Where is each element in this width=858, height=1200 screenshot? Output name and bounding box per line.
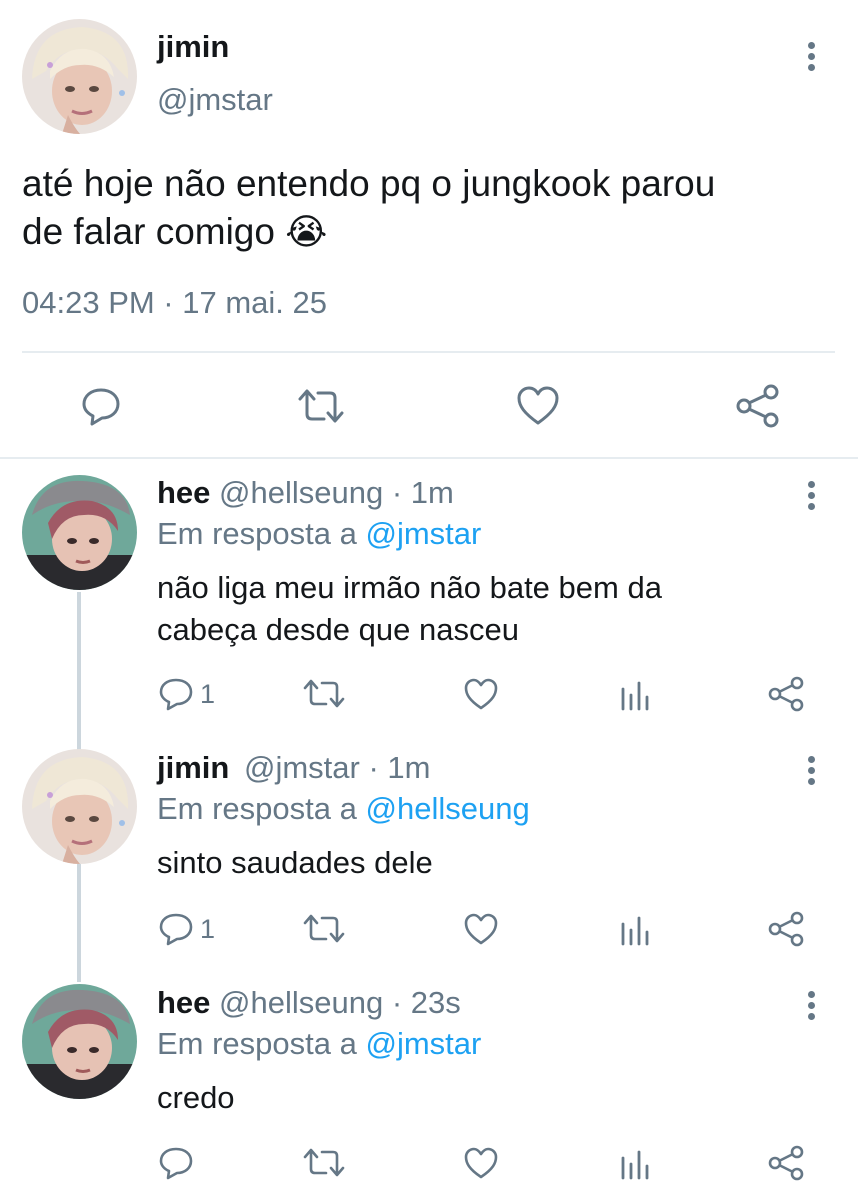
reply-text-line-1: não liga meu irmão não bate bem da (157, 570, 662, 605)
tweet-text: até hoje não entendo pq o jungkook parou… (22, 160, 852, 256)
tweet-text-line-2: de falar comigo 😭 (22, 211, 328, 252)
reply-author-handle[interactable]: @jmstar (244, 750, 360, 785)
reply-header: jimin @jmstar · 1m (157, 750, 430, 786)
more-options-icon[interactable] (807, 481, 817, 514)
reply-author-handle[interactable]: @hellseung (219, 475, 383, 510)
reply-text-line-2: cabeça desde que nasceu (157, 612, 519, 647)
share-icon[interactable] (767, 910, 805, 948)
reply-context: Em resposta a @jmstar (157, 1026, 481, 1062)
retweet-icon[interactable] (296, 385, 346, 427)
author-name[interactable]: jimin (157, 29, 229, 65)
reply-icon[interactable] (158, 1146, 194, 1180)
reply-prefix: Em resposta a (157, 1026, 357, 1061)
reply-context: Em resposta a @jmstar (157, 516, 481, 552)
reply-author-handle[interactable]: @hellseung (219, 985, 383, 1020)
reply-time[interactable]: · 1m (368, 750, 430, 785)
reply-icon[interactable] (80, 385, 122, 427)
reply-header: hee @hellseung · 23s (157, 985, 461, 1021)
reply-count: 1 (200, 914, 216, 944)
reply-header: hee @hellseung · 1m (157, 475, 454, 511)
reply-prefix: Em resposta a (157, 516, 357, 551)
avatar-hee[interactable] (22, 984, 137, 1099)
tweet-timestamp[interactable]: 04:23 PM · 17 mai. 25 (22, 285, 327, 321)
reply-to-link[interactable]: @jmstar (366, 516, 482, 551)
reply-time[interactable]: · 23s (392, 985, 461, 1020)
like-icon[interactable] (516, 385, 560, 427)
avatar-jimin[interactable] (22, 19, 137, 134)
reply-to-link[interactable]: @hellseung (366, 791, 530, 826)
reply-text-line-1: sinto saudades dele (157, 845, 433, 880)
retweet-icon[interactable] (302, 912, 346, 946)
like-icon[interactable] (463, 1146, 499, 1180)
retweet-icon[interactable] (302, 677, 346, 711)
share-icon[interactable] (767, 675, 805, 713)
reply-icon[interactable] (158, 677, 194, 711)
more-options-icon[interactable] (807, 991, 817, 1024)
tweet-text-line-1: até hoje não entendo pq o jungkook parou (22, 163, 716, 204)
share-icon[interactable] (735, 383, 781, 429)
reply-icon[interactable] (158, 912, 194, 946)
reply-to-link[interactable]: @jmstar (366, 1026, 482, 1061)
reply-author-name[interactable]: hee (157, 475, 210, 510)
avatar-jimin[interactable] (22, 749, 137, 864)
retweet-icon[interactable] (302, 1146, 346, 1180)
more-options-icon[interactable] (807, 42, 817, 75)
share-icon[interactable] (767, 1144, 805, 1182)
reply-text: sinto saudades dele (157, 842, 433, 884)
more-options-icon[interactable] (807, 756, 817, 789)
divider (22, 351, 835, 353)
like-icon[interactable] (463, 677, 499, 711)
reply-context: Em resposta a @hellseung (157, 791, 530, 827)
avatar-hee[interactable] (22, 475, 137, 590)
reply-time[interactable]: · 1m (392, 475, 454, 510)
analytics-icon[interactable] (620, 679, 650, 711)
reply-text-line-1: credo (157, 1080, 235, 1115)
author-handle[interactable]: @jmstar (157, 82, 273, 118)
like-icon[interactable] (463, 912, 499, 946)
crying-emoji-icon: 😭 (285, 211, 328, 252)
section-divider (0, 457, 858, 459)
analytics-icon[interactable] (620, 1148, 650, 1180)
analytics-icon[interactable] (620, 914, 650, 946)
reply-text: credo (157, 1077, 235, 1119)
reply-count: 1 (200, 679, 216, 709)
reply-text: não liga meu irmão não bate bem da cabeç… (157, 567, 662, 651)
reply-author-name[interactable]: jimin (157, 750, 229, 785)
reply-author-name[interactable]: hee (157, 985, 210, 1020)
reply-prefix: Em resposta a (157, 791, 357, 826)
